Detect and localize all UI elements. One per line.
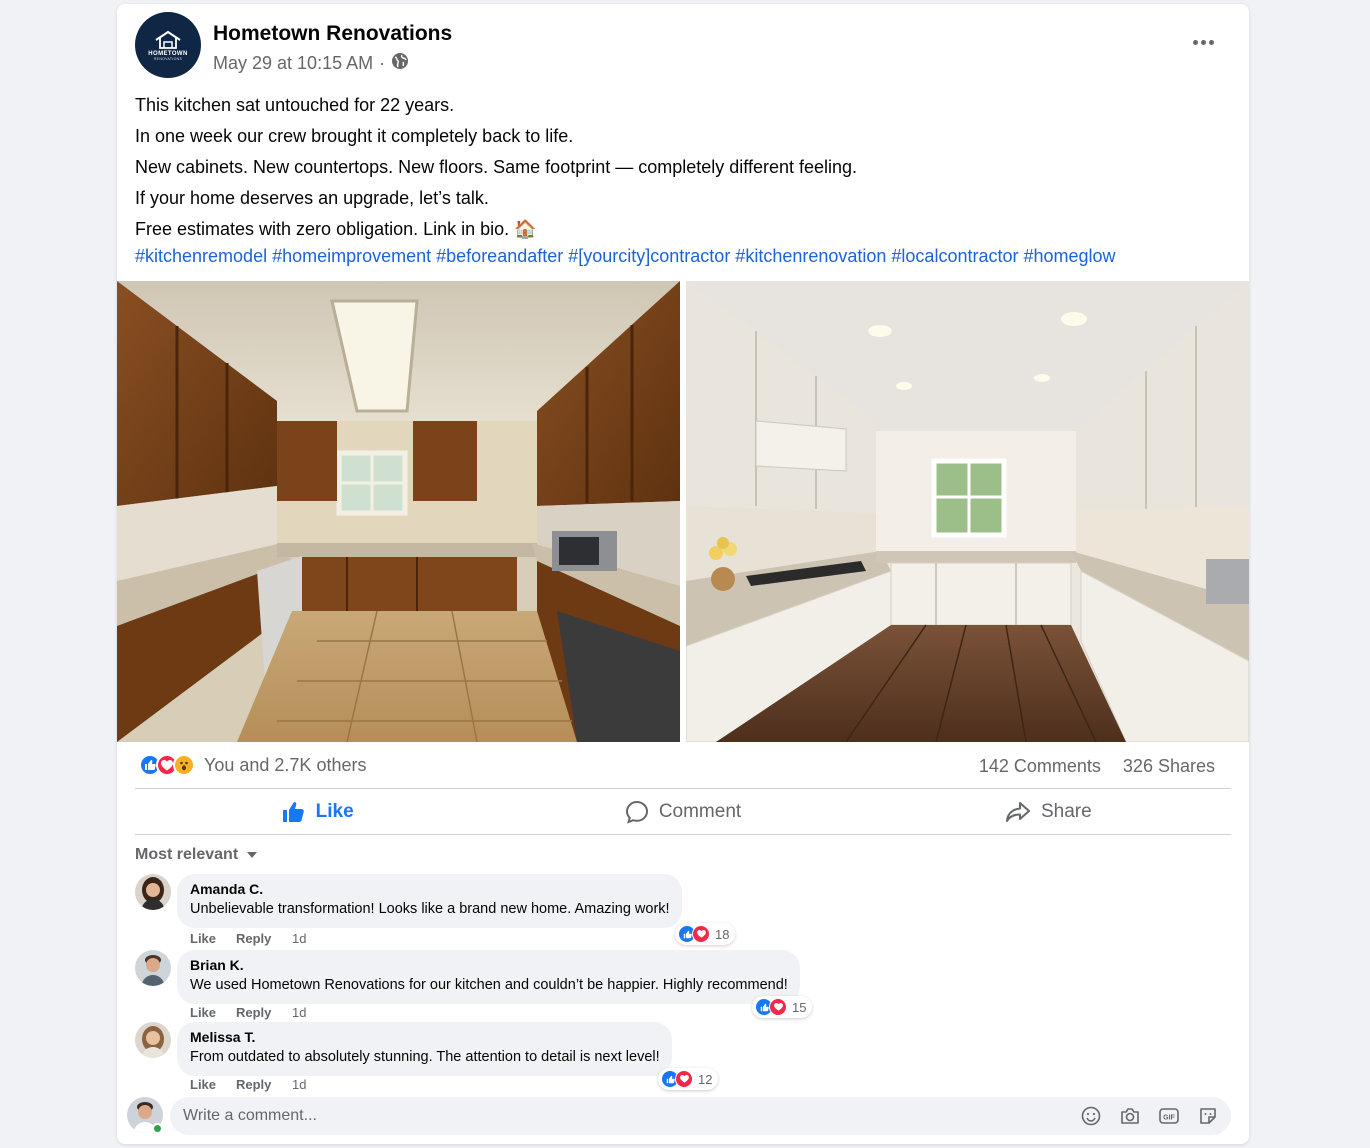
comment-reactions[interactable]: 12 <box>658 1068 719 1090</box>
comment-like-link[interactable]: Like <box>190 1077 236 1092</box>
online-status-dot <box>152 1123 163 1134</box>
comment-input[interactable] <box>170 1097 1050 1135</box>
comment-reply-link[interactable]: Reply <box>236 1077 292 1092</box>
post-card: HOMETOWN RENOVATIONS Hometown Renovation… <box>117 4 1249 1144</box>
avatar[interactable] <box>135 874 171 910</box>
comment-time[interactable]: 1d <box>292 931 306 946</box>
comment-sort-dropdown[interactable]: Most relevant <box>135 846 258 864</box>
page-name[interactable]: Hometown Renovations <box>213 22 452 46</box>
meta-separator: · <box>379 53 386 73</box>
love-reaction-icon <box>692 925 710 943</box>
emoji-icon[interactable] <box>1080 1105 1102 1127</box>
comment-button[interactable]: Comment <box>500 790 865 834</box>
dot-icon <box>1200 39 1206 45</box>
share-label: Share <box>1040 801 1092 822</box>
share-button[interactable]: Share <box>866 790 1231 834</box>
comment-text: Unbelievable transformation! Looks like … <box>190 901 670 917</box>
comment-actions: Like Reply 1d <box>190 1005 306 1020</box>
comments-count[interactable]: 142 Comments <box>979 756 1101 777</box>
house-icon <box>155 30 181 49</box>
love-reaction-icon <box>769 998 787 1016</box>
dot-icon <box>1208 39 1214 45</box>
post-line: If your home deserves an upgrade, let’s … <box>135 188 489 208</box>
comment-text: From outdated to absolutely stunning. Th… <box>190 1049 660 1065</box>
post-line: This kitchen sat untouched for 22 years. <box>135 95 455 115</box>
comment-reactions[interactable]: 15 <box>752 996 813 1018</box>
comment-composer: GIF <box>170 1097 1231 1135</box>
more-options-button[interactable] <box>1183 28 1223 56</box>
post-meta: May 29 at 10:15 AM · <box>213 52 409 75</box>
engagement-counts: 142 Comments 326 Shares <box>979 756 1215 777</box>
comment-like-link[interactable]: Like <box>190 1005 236 1020</box>
comment-bubble-icon <box>625 800 648 824</box>
avatar[interactable] <box>135 1022 171 1058</box>
post-body: This kitchen sat untouched for 22 years.… <box>135 90 1225 245</box>
divider <box>135 788 1231 789</box>
logo-subtext: RENOVATIONS <box>153 56 183 61</box>
sort-label: Most relevant <box>135 846 239 863</box>
comment-like-link[interactable]: Like <box>190 931 236 946</box>
avatar[interactable] <box>135 950 171 986</box>
post-line: Free estimates with zero obligation. Lin… <box>135 219 537 239</box>
comment-reactions[interactable]: 18 <box>675 923 736 945</box>
like-label: Like <box>315 801 354 822</box>
comment-reply-link[interactable]: Reply <box>236 1005 292 1020</box>
comment-actions: Like Reply 1d <box>190 1077 306 1092</box>
reaction-summary[interactable]: You and 2.7K others <box>139 754 366 776</box>
thumbs-up-icon <box>282 802 304 822</box>
svg-text:GIF: GIF <box>1163 1115 1175 1122</box>
divider <box>135 834 1231 835</box>
composer-tools: GIF <box>1080 1105 1219 1127</box>
dot-icon <box>1192 39 1198 45</box>
sticker-icon[interactable] <box>1197 1105 1219 1127</box>
caret-down-icon <box>247 852 258 858</box>
comment-time[interactable]: 1d <box>292 1005 306 1020</box>
like-button[interactable]: Like <box>135 790 500 834</box>
reaction-count: 12 <box>698 1071 713 1087</box>
shares-count[interactable]: 326 Shares <box>1123 756 1215 777</box>
share-arrow-icon <box>1005 802 1030 822</box>
comment-actions: Like Reply 1d <box>190 931 306 946</box>
post-line: New cabinets. New countertops. New floor… <box>135 157 858 177</box>
comment-reply-link[interactable]: Reply <box>236 931 292 946</box>
reaction-count: 15 <box>792 999 807 1015</box>
reaction-count: 18 <box>715 926 730 942</box>
reaction-text: You and 2.7K others <box>204 754 367 775</box>
comment-time[interactable]: 1d <box>292 1077 306 1092</box>
comment-bubble: Brian K. We used Hometown Renovations fo… <box>177 950 800 1004</box>
comment-bubble: Amanda C. Unbelievable transformation! L… <box>177 874 682 928</box>
action-bar: Like Comment Share <box>135 790 1231 834</box>
love-reaction-icon <box>675 1070 693 1088</box>
comment-text: We used Hometown Renovations for our kit… <box>190 977 788 993</box>
globe-icon[interactable] <box>391 52 409 75</box>
commenter-name[interactable]: Melissa T. <box>190 1028 660 1046</box>
gif-icon[interactable]: GIF <box>1158 1105 1180 1127</box>
kitchen-after-photo[interactable] <box>686 281 1249 742</box>
hashtags[interactable]: #kitchenremodel #homeimprovement #before… <box>135 246 1116 267</box>
commenter-name[interactable]: Amanda C. <box>190 880 670 898</box>
post-line: In one week our crew brought it complete… <box>135 126 574 146</box>
kitchen-before-photo[interactable] <box>117 281 680 742</box>
commenter-name[interactable]: Brian K. <box>190 956 788 974</box>
post-timestamp[interactable]: May 29 at 10:15 AM <box>213 53 373 74</box>
comment-label: Comment <box>658 801 742 822</box>
comment-bubble: Melissa T. From outdated to absolutely s… <box>177 1022 672 1076</box>
page-logo[interactable]: HOMETOWN RENOVATIONS <box>135 12 201 78</box>
camera-icon[interactable] <box>1119 1105 1141 1127</box>
wow-reaction-icon <box>173 754 195 776</box>
